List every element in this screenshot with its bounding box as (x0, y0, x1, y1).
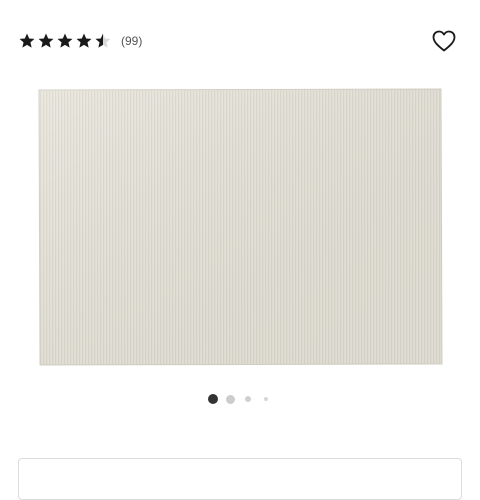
star-half-icon (95, 33, 111, 48)
star-full-icon (57, 33, 73, 48)
wishlist-button[interactable] (432, 30, 456, 52)
star-full-icon (19, 33, 35, 48)
review-count[interactable]: (99) (121, 31, 142, 51)
carousel-dots (208, 393, 272, 405)
product-image[interactable] (37, 87, 444, 367)
star-full-icon (38, 33, 54, 48)
carousel-dot-2[interactable] (226, 394, 235, 404)
rug-image (38, 88, 443, 366)
rating-row[interactable]: (99) (18, 31, 142, 51)
carousel-dot-4[interactable] (264, 397, 268, 401)
carousel-dot-3[interactable] (245, 396, 251, 402)
star-rating (18, 32, 113, 50)
star-full-icon (76, 33, 92, 48)
product-details-card (18, 458, 462, 500)
carousel-dot-1[interactable] (208, 394, 218, 404)
heart-outline-icon (432, 30, 456, 52)
